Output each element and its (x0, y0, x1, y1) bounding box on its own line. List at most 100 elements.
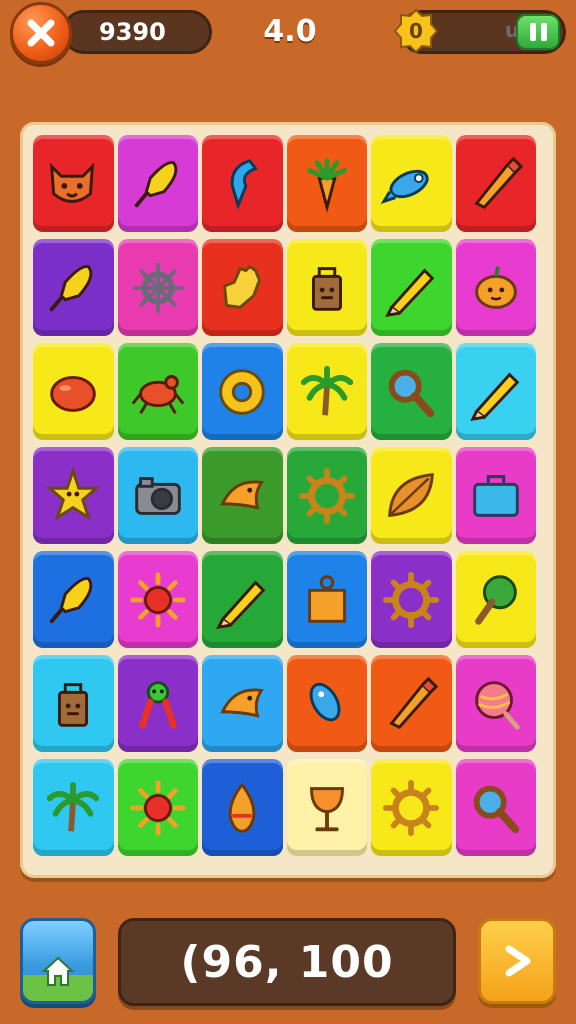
tile[interactable] (455, 655, 536, 752)
tile[interactable] (455, 343, 536, 440)
tile[interactable] (202, 447, 283, 544)
gear-icon (383, 571, 440, 628)
suitcase-icon (472, 474, 519, 517)
tile-grid (31, 133, 538, 858)
lemon-icon (50, 375, 97, 412)
top-bar: 9390 4.0 0 u (0, 0, 576, 70)
tile[interactable] (202, 759, 283, 856)
bird-icon (220, 479, 265, 510)
tile[interactable] (117, 239, 198, 336)
tile[interactable] (455, 551, 536, 648)
level-label: 4.0 (263, 14, 317, 49)
tile[interactable] (33, 239, 114, 336)
fox-face-icon (50, 162, 95, 203)
rocket-icon (134, 160, 178, 207)
tile[interactable] (286, 343, 367, 440)
next-button[interactable] (478, 918, 556, 1004)
pencil-icon (469, 371, 520, 421)
tile[interactable] (286, 447, 367, 544)
camera-icon (134, 476, 181, 515)
rocket-icon (50, 576, 93, 623)
tile[interactable] (455, 759, 536, 856)
crab-icon (131, 374, 185, 414)
gear-icon (298, 467, 355, 524)
home-icon (41, 956, 75, 986)
tile[interactable] (117, 551, 198, 648)
box-icon (307, 574, 346, 623)
goblet-icon (309, 786, 344, 831)
tile[interactable] (286, 551, 367, 648)
tile[interactable] (371, 759, 452, 856)
lollipop-icon (474, 680, 520, 730)
tile[interactable] (117, 343, 198, 440)
bird-icon (220, 687, 265, 718)
sun-icon (130, 571, 186, 628)
crayon-icon (389, 676, 439, 729)
move-counter: (96, 100 (118, 918, 456, 1006)
tile[interactable] (33, 655, 114, 752)
tile[interactable] (117, 447, 198, 544)
tile[interactable] (202, 135, 283, 232)
tile[interactable] (371, 239, 452, 336)
tile[interactable] (202, 655, 283, 752)
ship-wheel-icon (132, 262, 183, 313)
tile[interactable] (33, 447, 114, 544)
tile[interactable] (286, 135, 367, 232)
close-icon (27, 19, 55, 47)
score-display: 9390 (62, 10, 212, 54)
tree-icon (474, 574, 517, 625)
star-creature-icon (46, 465, 101, 521)
pause-button[interactable] (516, 14, 560, 50)
pumpkin-icon (474, 265, 517, 309)
tile[interactable] (286, 759, 367, 856)
tile[interactable] (455, 239, 536, 336)
blue-fish-icon (380, 169, 429, 204)
tile[interactable] (117, 655, 198, 752)
pencil-icon (385, 267, 435, 317)
leaf-icon (388, 472, 435, 517)
gear-icon (383, 779, 440, 836)
tile[interactable] (202, 239, 283, 336)
coin-value: 0 (409, 19, 423, 43)
tile[interactable] (455, 135, 536, 232)
tile[interactable] (371, 447, 452, 544)
tile[interactable] (202, 343, 283, 440)
tile[interactable] (371, 135, 452, 232)
tile[interactable] (202, 551, 283, 648)
tile[interactable] (286, 655, 367, 752)
pencil-icon (216, 579, 266, 629)
tile[interactable] (371, 551, 452, 648)
sun-icon (130, 779, 186, 836)
tile[interactable] (117, 759, 198, 856)
palm-tree-icon (47, 781, 100, 831)
flame-icon (228, 781, 256, 833)
alien-icon (138, 680, 177, 729)
tile[interactable] (371, 343, 452, 440)
palm-tree-icon (300, 365, 353, 415)
tile[interactable] (371, 655, 452, 752)
tile[interactable] (286, 239, 367, 336)
home-button[interactable] (20, 918, 96, 1004)
carrot-icon (306, 157, 347, 213)
tile[interactable] (33, 759, 114, 856)
tile[interactable] (33, 135, 114, 232)
tile[interactable] (455, 447, 536, 544)
pause-icon (529, 23, 536, 41)
magnifier-icon (473, 785, 519, 833)
glove-icon (223, 264, 262, 309)
arrow-right-icon (505, 945, 531, 977)
tile[interactable] (33, 343, 114, 440)
lantern-icon (311, 266, 342, 311)
fish-icon (309, 682, 341, 721)
donut-icon (219, 368, 266, 415)
crayon-icon (474, 156, 523, 209)
lantern-icon (58, 682, 89, 727)
rocket-icon (50, 264, 93, 311)
claw-icon (230, 158, 259, 210)
tile[interactable] (33, 551, 114, 648)
close-button[interactable] (10, 2, 72, 64)
tile[interactable] (117, 135, 198, 232)
bottom-bar: (96, 100 (0, 900, 576, 1024)
score-value: 9390 (99, 18, 166, 46)
coin-icon: 0 (393, 8, 439, 54)
